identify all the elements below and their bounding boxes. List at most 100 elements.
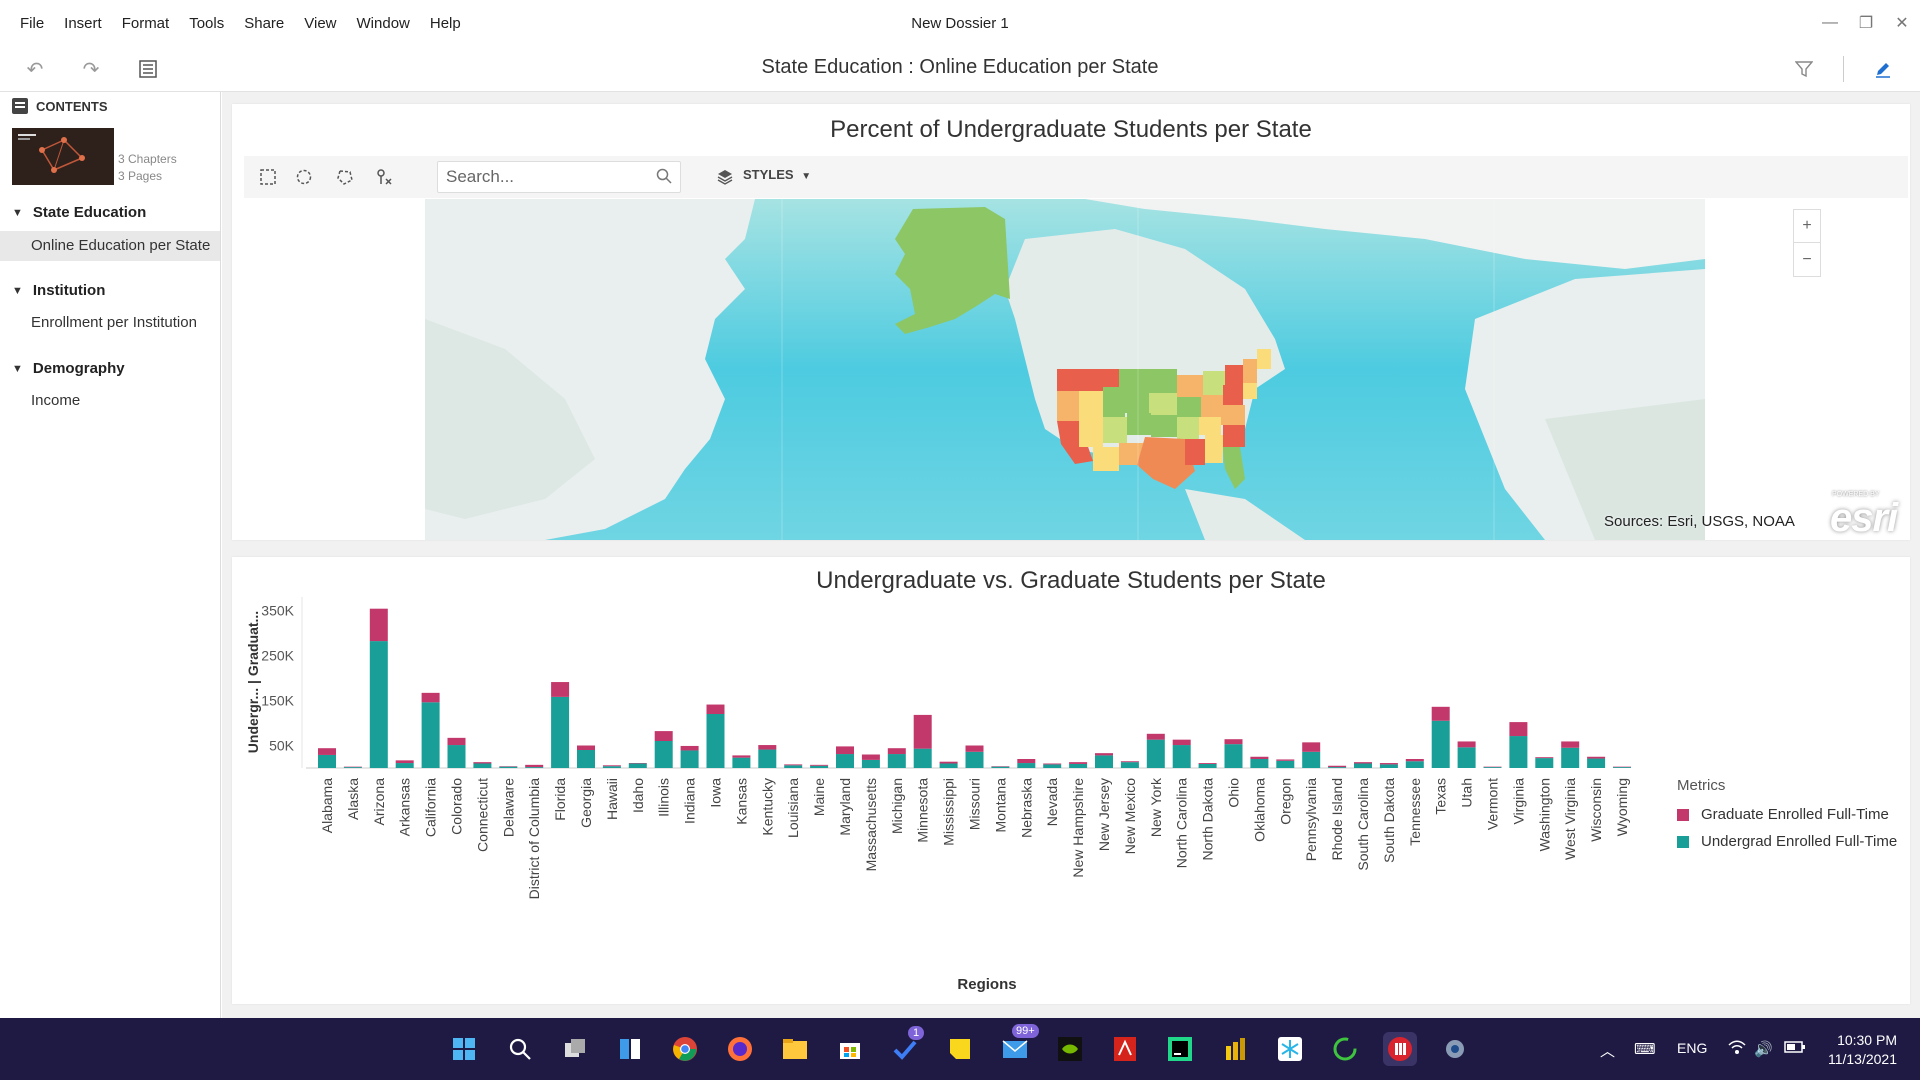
bar-graduate[interactable]	[525, 764, 544, 768]
bar-undergrad[interactable]	[1483, 767, 1502, 768]
page-enrollment-per-institution[interactable]: Enrollment per Institution	[0, 308, 220, 338]
bar-graduate[interactable]	[1457, 741, 1476, 748]
bar-graduate[interactable]	[1017, 759, 1036, 764]
pdf-reader-icon[interactable]	[1108, 1032, 1142, 1066]
bar-undergrad[interactable]	[706, 714, 725, 768]
bar-graduate[interactable]	[1587, 756, 1606, 759]
bar-graduate[interactable]	[1276, 759, 1295, 761]
bar-undergrad[interactable]	[1457, 747, 1476, 768]
bar-graduate[interactable]	[395, 760, 414, 764]
styles-dropdown[interactable]: STYLES ▼	[743, 167, 811, 182]
filter-icon[interactable]	[1789, 54, 1819, 84]
bar-graduate[interactable]	[1509, 722, 1528, 737]
bar-undergrad[interactable]	[758, 749, 777, 768]
wifi-icon[interactable]	[1728, 1040, 1746, 1060]
bar-undergrad[interactable]	[1354, 763, 1372, 769]
bar-undergrad[interactable]	[1613, 767, 1631, 768]
bar-undergrad[interactable]	[1120, 762, 1139, 768]
bar-graduate[interactable]	[1302, 742, 1321, 752]
bar-undergrad[interactable]	[836, 754, 854, 768]
bar-graduate[interactable]	[473, 762, 492, 764]
bar-graduate[interactable]	[861, 754, 880, 760]
microstrategy-icon[interactable]	[1383, 1032, 1417, 1066]
bar-undergrad[interactable]	[318, 754, 336, 768]
bar-graduate[interactable]	[965, 745, 984, 752]
bar-graduate[interactable]	[1354, 762, 1372, 764]
chrome-icon[interactable]	[668, 1032, 702, 1066]
minimize-button[interactable]: —	[1812, 0, 1848, 46]
chapter-state-education[interactable]: ▼ State Education	[12, 204, 146, 221]
bar-graduate[interactable]	[706, 704, 725, 714]
bar-graduate[interactable]	[1069, 762, 1088, 764]
map-search-input[interactable]	[438, 162, 638, 192]
bar-undergrad[interactable]	[1095, 755, 1113, 768]
bar-graduate[interactable]	[577, 745, 595, 751]
legend-item-undergrad[interactable]: Undergrad Enrolled Full-Time	[1677, 833, 1897, 850]
chapter-demography[interactable]: ▼ Demography	[12, 360, 125, 377]
bar-undergrad[interactable]	[473, 763, 492, 769]
bar-graduate[interactable]	[810, 764, 829, 766]
bar-undergrad[interactable]	[784, 765, 803, 768]
bar-undergrad[interactable]	[1535, 758, 1554, 768]
bar-graduate[interactable]	[1405, 759, 1424, 762]
file-explorer-icon[interactable]	[778, 1032, 812, 1066]
bar-undergrad[interactable]	[1172, 745, 1191, 768]
bar-graduate[interactable]	[551, 682, 570, 697]
settings-gear-icon[interactable]	[1438, 1032, 1472, 1066]
firefox-icon[interactable]	[723, 1032, 757, 1066]
bar-undergrad[interactable]	[887, 754, 906, 768]
circle-select-icon[interactable]	[294, 167, 314, 187]
dossier-thumbnail[interactable]	[12, 128, 114, 185]
bar-undergrad[interactable]	[1328, 767, 1347, 768]
bar-undergrad[interactable]	[1302, 751, 1321, 768]
menu-view[interactable]: View	[294, 15, 346, 32]
bar-undergrad[interactable]	[810, 765, 829, 768]
bar-graduate[interactable]	[758, 745, 777, 750]
bar-undergrad[interactable]	[1224, 744, 1243, 768]
bar-undergrad[interactable]	[628, 763, 647, 769]
bar-graduate[interactable]	[1120, 761, 1139, 763]
bar-graduate[interactable]	[447, 737, 466, 746]
menu-share[interactable]: Share	[234, 15, 294, 32]
page-income[interactable]: Income	[0, 386, 220, 416]
bar-undergrad[interactable]	[680, 750, 699, 768]
snowflake-app-icon[interactable]	[1273, 1032, 1307, 1066]
chevron-up-icon[interactable]: ︿	[1600, 1040, 1615, 1061]
bar-undergrad[interactable]	[395, 763, 414, 768]
bar-graduate[interactable]	[1431, 706, 1450, 721]
bar-undergrad[interactable]	[447, 745, 466, 768]
power-bi-icon[interactable]	[1218, 1032, 1252, 1066]
keyboard-icon[interactable]: ⌨	[1634, 1040, 1656, 1058]
map-canvas[interactable]	[425, 199, 1705, 540]
restore-button[interactable]: ❐	[1848, 0, 1884, 46]
zoom-in-button[interactable]: +	[1794, 210, 1820, 243]
battery-icon[interactable]	[1784, 1040, 1806, 1058]
pycharm-icon[interactable]	[1163, 1032, 1197, 1066]
bar-undergrad[interactable]	[1017, 763, 1036, 768]
bar-undergrad[interactable]	[861, 759, 880, 768]
legend-item-graduate[interactable]: Graduate Enrolled Full-Time	[1677, 806, 1897, 823]
bar-undergrad[interactable]	[1250, 759, 1269, 768]
menu-window[interactable]: Window	[347, 15, 420, 32]
bar-graduate[interactable]	[913, 714, 932, 749]
bar-graduate[interactable]	[1043, 763, 1062, 765]
bar-graduate[interactable]	[1250, 756, 1269, 759]
bar-undergrad[interactable]	[1379, 764, 1398, 768]
chapter-institution[interactable]: ▼ Institution	[12, 282, 105, 299]
microsoft-store-icon[interactable]	[833, 1032, 867, 1066]
bar-undergrad[interactable]	[732, 757, 751, 768]
bar-undergrad[interactable]	[1561, 747, 1580, 768]
bar-graduate[interactable]	[1095, 753, 1113, 756]
bar-graduate[interactable]	[887, 748, 906, 755]
bar-graduate[interactable]	[318, 748, 336, 755]
zoom-out-button[interactable]: −	[1794, 243, 1820, 276]
bar-undergrad[interactable]	[343, 767, 362, 768]
bar-graduate[interactable]	[1198, 763, 1217, 764]
bar-undergrad[interactable]	[1069, 763, 1088, 768]
bar-undergrad[interactable]	[1509, 736, 1528, 768]
nvidia-icon[interactable]	[1053, 1032, 1087, 1066]
language-indicator[interactable]: ENG	[1677, 1040, 1707, 1056]
bar-graduate[interactable]	[369, 608, 388, 642]
clear-selection-icon[interactable]	[374, 167, 394, 187]
task-view-icon[interactable]	[558, 1032, 592, 1066]
